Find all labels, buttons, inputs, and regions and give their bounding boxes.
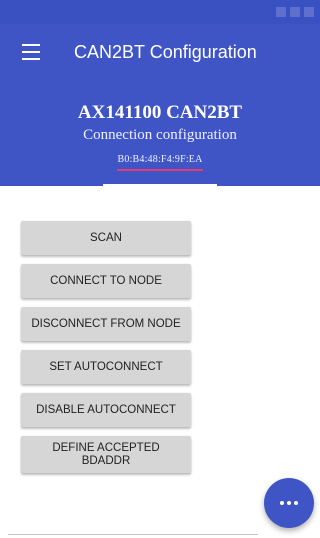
define-accepted-bdaddr-button[interactable]: DEFINE ACCEPTED BDADDR	[21, 436, 191, 473]
mac-address: B0:B4:48:F4:9F:EA	[117, 154, 203, 165]
bottom-divider	[8, 534, 258, 535]
app-bar: CAN2BT Configuration	[0, 24, 320, 82]
app-title: CAN2BT Configuration	[74, 42, 257, 62]
wifi-icon	[290, 7, 300, 17]
battery-icon	[304, 7, 314, 17]
more-options-fab[interactable]	[264, 478, 314, 528]
device-name: AX141100 CAN2BT	[77, 102, 243, 123]
set-autoconnect-button[interactable]: SET AUTOCONNECT	[21, 350, 191, 384]
connection-subtitle: Connection configuration	[83, 127, 237, 143]
more-horizontal-icon	[280, 501, 298, 505]
signal-icon	[276, 7, 286, 17]
scan-button[interactable]: SCAN	[21, 221, 191, 255]
status-bar	[0, 0, 320, 24]
hamburger-menu-icon[interactable]	[22, 44, 40, 60]
disconnect-from-node-button[interactable]: DISCONNECT FROM NODE	[21, 307, 191, 341]
connect-to-node-button[interactable]: CONNECT TO NODE	[21, 264, 191, 298]
status-icons	[276, 6, 314, 18]
disable-autoconnect-button[interactable]: DISABLE AUTOCONNECT	[21, 393, 191, 427]
device-header: AX141100 CAN2BT Connection configuration…	[0, 82, 320, 186]
mac-underline	[117, 169, 203, 171]
tab-indicator	[103, 184, 217, 186]
